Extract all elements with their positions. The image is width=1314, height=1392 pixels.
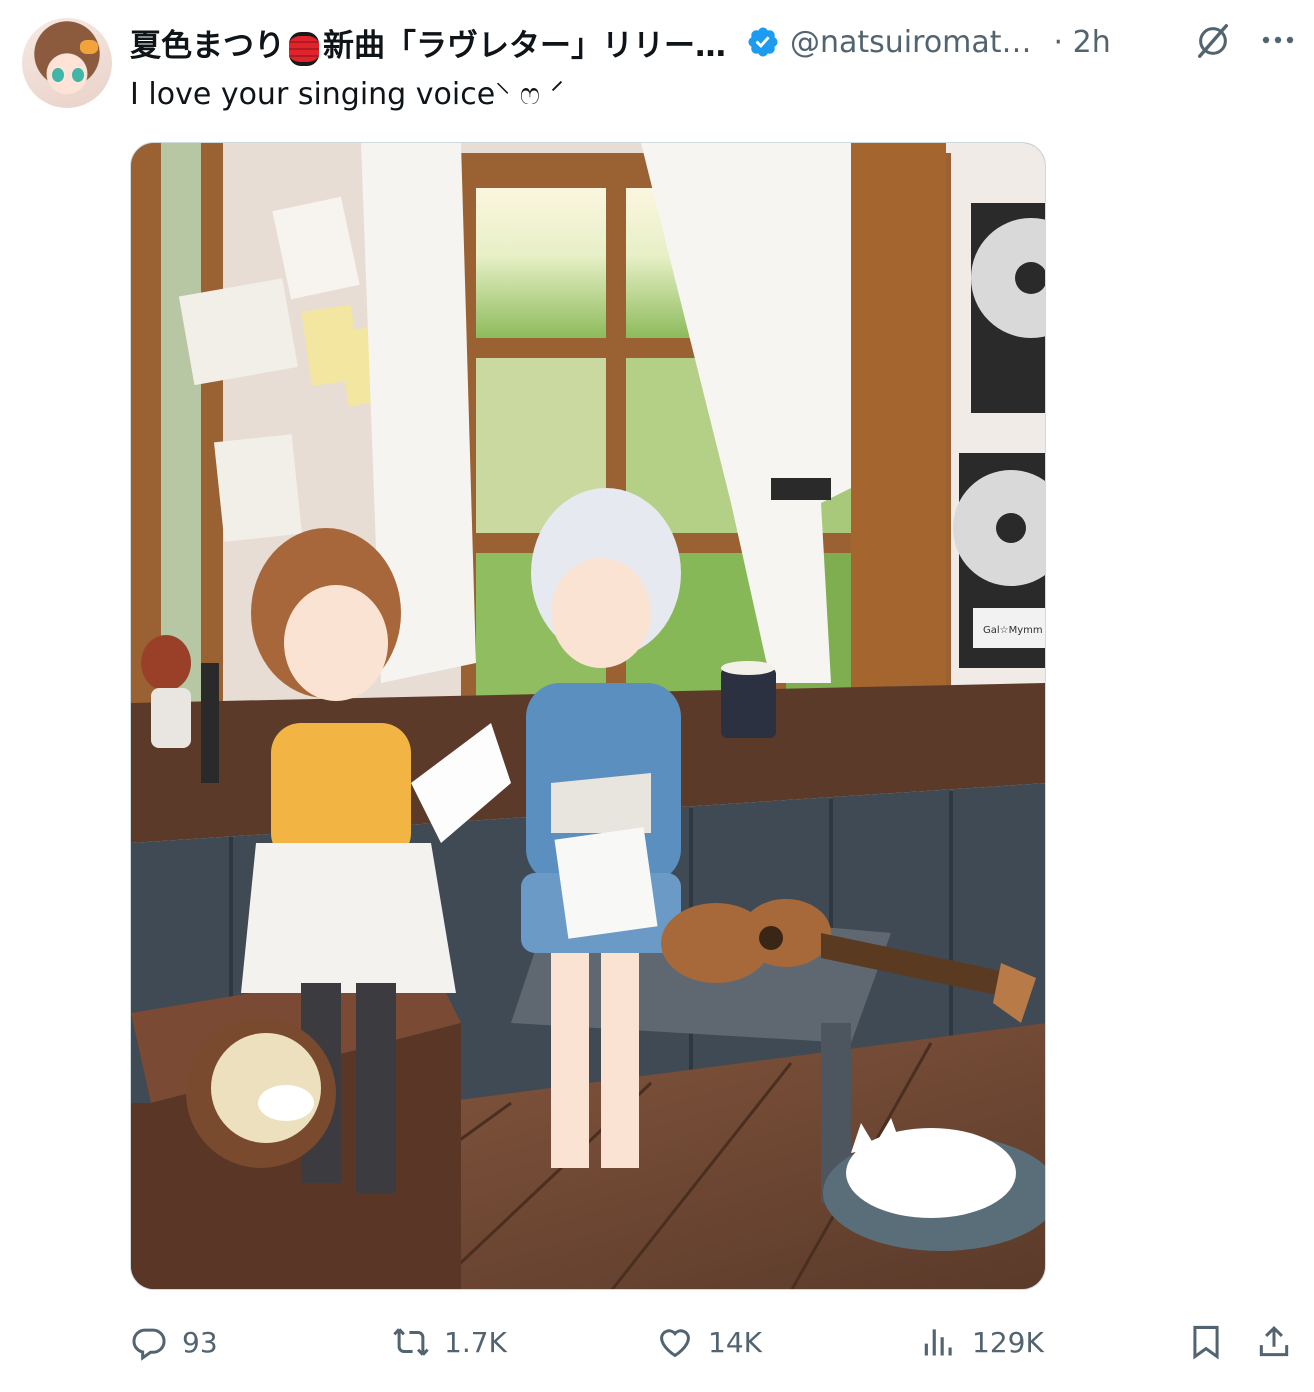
bookmark-icon: [1193, 1325, 1219, 1360]
like-count: 14K: [708, 1325, 762, 1359]
tweet-header: 夏色まつり 新曲「ラヴレター」リリー… @natsuiromat… · 2h: [130, 14, 1298, 70]
views-count: 129K: [972, 1325, 1044, 1359]
action-bar: 93 1.7K 14K 129K: [0, 1310, 1314, 1374]
views-icon: [924, 1329, 952, 1356]
like-icon: [660, 1329, 690, 1358]
more-icon[interactable]: [1260, 30, 1296, 50]
tweet-image[interactable]: Gal☆Mymm: [130, 142, 1046, 1290]
reply-button[interactable]: 93: [130, 1310, 218, 1374]
views-button[interactable]: 129K: [920, 1310, 1044, 1374]
reply-count: 93: [182, 1325, 218, 1359]
grok-icon[interactable]: [1194, 22, 1232, 60]
repost-count: 1.7K: [444, 1325, 507, 1359]
share-button[interactable]: [1255, 1310, 1293, 1374]
repost-button[interactable]: 1.7K: [392, 1310, 507, 1374]
display-name[interactable]: 夏色まつり 新曲「ラヴレター」リリー…: [130, 20, 726, 66]
avatar[interactable]: [22, 18, 112, 108]
reply-icon: [132, 1328, 166, 1361]
repost-icon: [393, 1328, 429, 1356]
like-button[interactable]: 14K: [656, 1310, 762, 1374]
display-name-part1[interactable]: 夏色まつり: [130, 28, 285, 64]
lantern-emoji: [289, 32, 319, 66]
timestamp[interactable]: · 2h: [1054, 25, 1111, 60]
share-icon: [1259, 1325, 1289, 1357]
author-handle[interactable]: @natsuiromat…: [790, 25, 1032, 60]
tweet-text: I love your singing voice⸌ ෆ ⸍: [130, 77, 565, 112]
bookmark-button[interactable]: [1187, 1310, 1225, 1374]
display-name-part2[interactable]: 新曲「ラヴレター」リリー…: [323, 28, 726, 64]
verified-badge-icon[interactable]: [746, 25, 780, 59]
signature-text: Gal☆Mymm: [983, 625, 1043, 636]
